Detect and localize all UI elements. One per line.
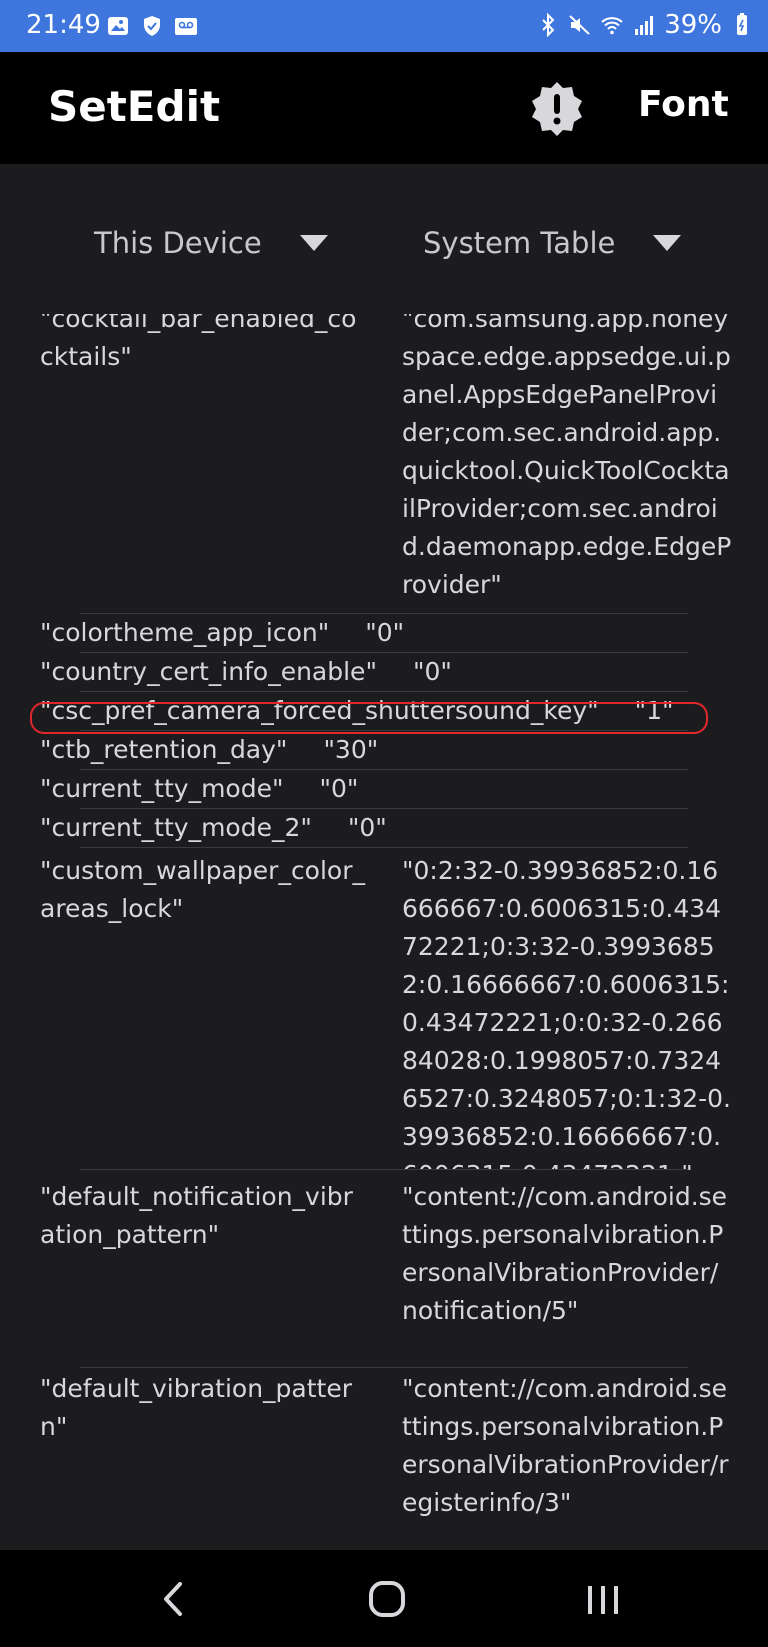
status-icons-right: 39%: [536, 10, 754, 40]
setting-value: "0": [319, 774, 359, 803]
setting-value: "content://com.android.settings.personal…: [402, 1182, 728, 1325]
list-item[interactable]: "default_notification_vibration_pattern"…: [0, 1178, 768, 1368]
mute-icon: [569, 15, 590, 35]
setting-key: "custom_wallpaper_color_areas_lock": [40, 856, 365, 923]
status-bar: 21:49 39%: [0, 0, 768, 52]
list-item[interactable]: "custom_wallpaper_color_areas_lock" "0:2…: [0, 852, 768, 1170]
setting-key: "country_cert_info_enable": [40, 657, 377, 686]
setting-value: "0": [347, 813, 387, 842]
setting-key: "cocktail_bar_enabled_cocktails": [40, 314, 357, 371]
list-item[interactable]: "colortheme_app_icon" "0": [0, 614, 768, 653]
setting-key: "current_tty_mode_2": [40, 813, 312, 842]
highlight-outline: [30, 702, 708, 734]
wifi-icon: [601, 17, 623, 35]
status-icons-left: [106, 14, 198, 38]
setting-value: "0:2:32-0.39936852:0.16666667:0.6006315:…: [402, 856, 732, 1170]
chevron-down-icon: [299, 235, 328, 251]
setting-value: "30": [323, 735, 379, 764]
row-divider: [80, 847, 688, 848]
battery-icon: [737, 13, 747, 35]
chevron-down-icon: [653, 235, 682, 251]
shield-icon: [144, 16, 160, 36]
battery-level: 39%: [664, 10, 722, 40]
list-item[interactable]: "default_vibration_pattern" "content://c…: [0, 1370, 768, 1550]
setting-key: "colortheme_app_icon": [40, 618, 330, 647]
setting-key: "default_vibration_pattern": [40, 1374, 353, 1441]
device-dropdown[interactable]: This Device: [94, 226, 328, 260]
back-icon[interactable]: [148, 1574, 198, 1624]
status-time: 21:49: [26, 10, 101, 40]
setting-key: "current_tty_mode": [40, 774, 284, 803]
gallery-icon: [108, 17, 128, 35]
list-item[interactable]: "current_tty_mode" "0": [0, 770, 768, 809]
bluetooth-icon: [542, 13, 555, 37]
recents-icon[interactable]: [578, 1574, 628, 1624]
table-dropdown[interactable]: System Table: [423, 226, 682, 260]
home-icon[interactable]: [362, 1574, 412, 1624]
font-button[interactable]: Font: [638, 84, 729, 125]
alert-icon[interactable]: [528, 80, 586, 138]
setting-value: "content://com.android.settings.personal…: [402, 1374, 729, 1517]
navigation-bar: [0, 1550, 768, 1647]
setting-value: "0": [365, 618, 405, 647]
settings-list[interactable]: "cocktail_bar_enabled_cocktails" "com.sa…: [0, 314, 768, 1550]
app-bar: SetEdit Font: [0, 52, 768, 164]
list-item[interactable]: "ctb_retention_day" "30": [0, 731, 768, 770]
app-title: SetEdit: [48, 82, 221, 131]
setting-key: "default_notification_vibration_pattern": [40, 1182, 353, 1249]
row-divider: [80, 1367, 688, 1368]
setting-value: "com.samsung.app.honeyspace.edge.appsedg…: [402, 314, 732, 599]
voicemail-icon: [175, 18, 197, 35]
setting-key: "ctb_retention_day": [40, 735, 288, 764]
list-item[interactable]: "cocktail_bar_enabled_cocktails" "com.sa…: [0, 314, 768, 614]
selector-bar: This Device System Table: [0, 164, 768, 314]
signal-icon: [635, 16, 654, 35]
row-divider: [80, 1169, 688, 1170]
device-dropdown-label: This Device: [94, 226, 262, 260]
list-item[interactable]: "country_cert_info_enable" "0": [0, 653, 768, 692]
list-item[interactable]: "current_tty_mode_2" "0": [0, 809, 768, 848]
setting-value: "0": [412, 657, 452, 686]
table-dropdown-label: System Table: [423, 226, 616, 260]
